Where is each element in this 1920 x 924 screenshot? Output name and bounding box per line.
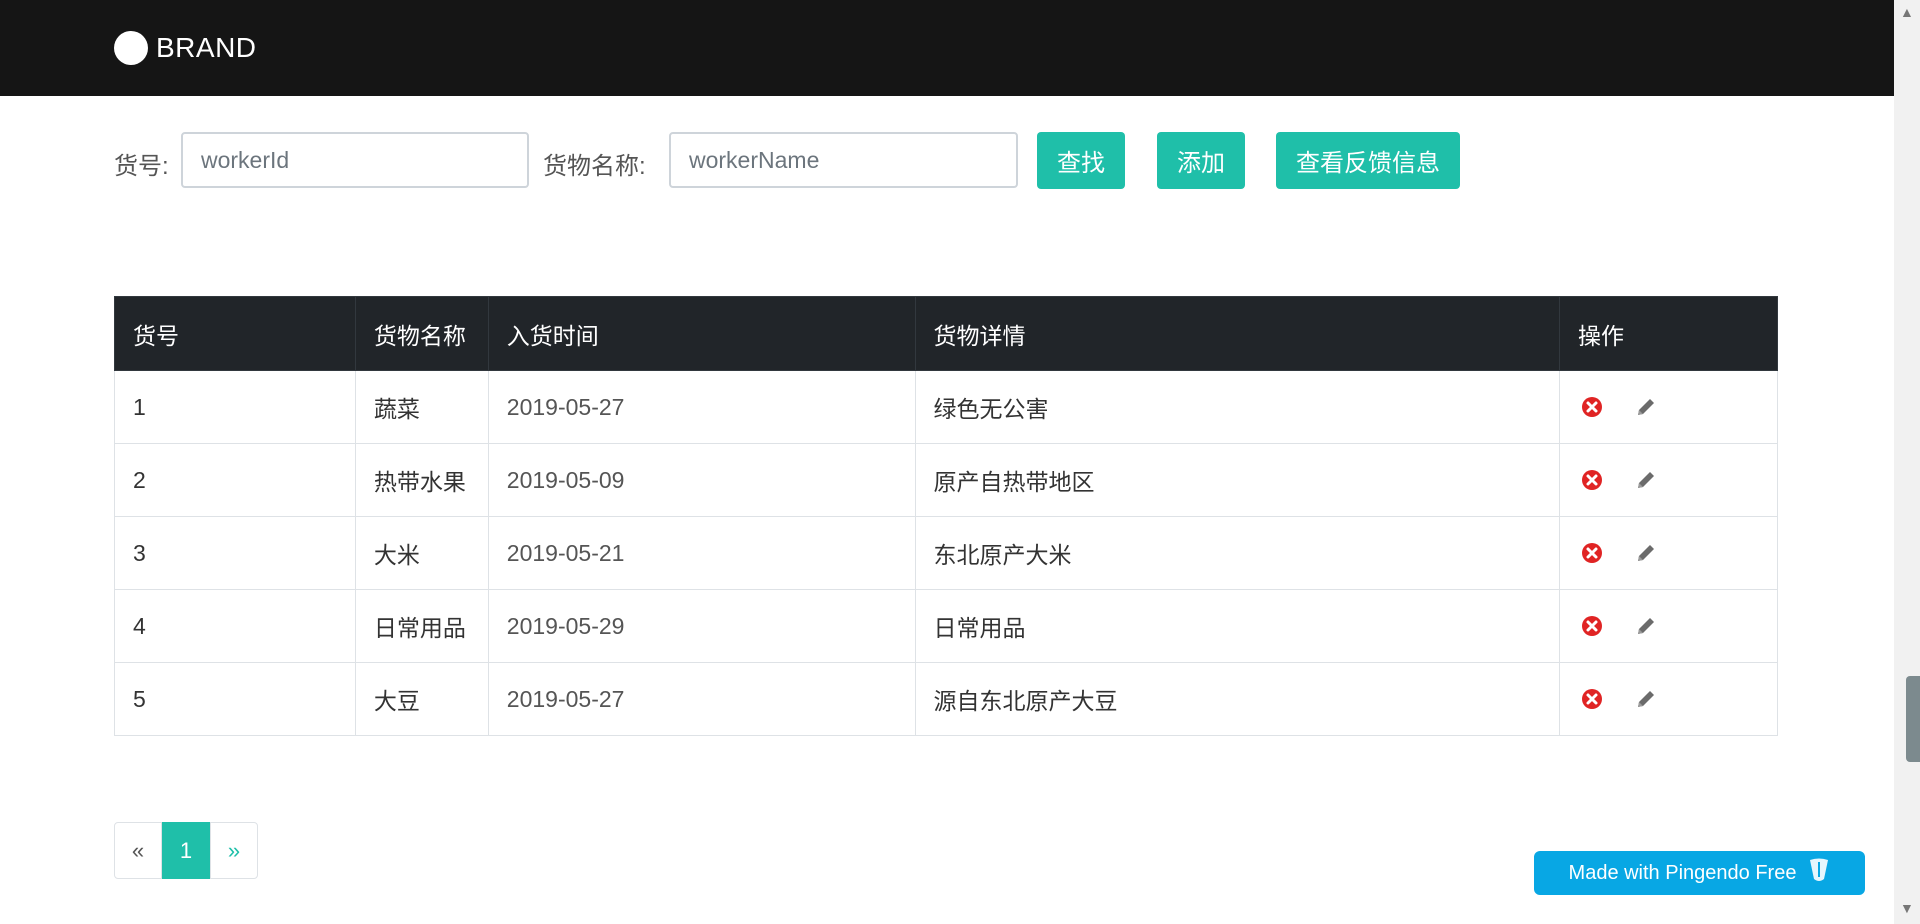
brand-text: BRAND [156,32,257,63]
delete-circle-icon[interactable] [1578,685,1606,713]
view-feedback-button[interactable]: 查看反馈信息 [1276,132,1460,189]
goods-table: 货号 货物名称 入货时间 货物详情 操作 1 蔬菜 2019-05-27 绿色无… [114,296,1778,736]
column-header-date: 入货时间 [487,296,916,371]
cell-id: 5 [114,662,356,736]
cell-id: 3 [114,516,356,590]
pingendo-logo-icon [1808,857,1830,889]
column-header-detail: 货物详情 [914,296,1561,371]
worker-name-label: 货物名称: [543,153,646,180]
pagination-next[interactable]: » [210,822,258,879]
pencil-icon[interactable] [1632,393,1660,421]
pagination-prev[interactable]: « [114,822,162,879]
pencil-icon[interactable] [1632,466,1660,494]
worker-id-label: 货号: [114,153,169,180]
cell-detail: 日常用品 [914,589,1561,663]
cell-name: 日常用品 [354,589,489,663]
cell-detail: 原产自热带地区 [914,443,1561,517]
cell-actions [1559,370,1778,444]
made-with-pingendo-badge[interactable]: Made with Pingendo Free [1534,851,1865,895]
vertical-scrollbar[interactable]: ▲ ▼ [1894,0,1920,924]
pencil-icon[interactable] [1632,539,1660,567]
cell-detail: 东北原产大米 [914,516,1561,590]
worker-name-input[interactable] [669,132,1018,188]
cell-name: 热带水果 [354,443,489,517]
badge-text: Made with Pingendo Free [1568,861,1797,884]
delete-circle-icon[interactable] [1578,539,1606,567]
cell-id: 1 [114,370,356,444]
top-navbar: BRAND [0,0,1894,96]
delete-circle-icon[interactable] [1578,393,1606,421]
table-row: 2 热带水果 2019-05-09 原产自热带地区 [114,443,1778,517]
cell-date: 2019-05-09 [487,443,916,517]
cell-id: 4 [114,589,356,663]
add-button[interactable]: 添加 [1157,132,1245,189]
cell-actions [1559,443,1778,517]
table-row: 4 日常用品 2019-05-29 日常用品 [114,589,1778,663]
cell-detail: 源自东北原产大豆 [914,662,1561,736]
cell-id: 2 [114,443,356,517]
cell-date: 2019-05-29 [487,589,916,663]
delete-circle-icon[interactable] [1578,466,1606,494]
pagination: « 1 » [114,822,258,879]
find-button[interactable]: 查找 [1037,132,1125,189]
delete-circle-icon[interactable] [1578,612,1606,640]
brand-logo-icon [114,31,148,65]
worker-id-input[interactable] [181,132,529,188]
pencil-icon[interactable] [1632,685,1660,713]
pagination-page-1[interactable]: 1 [162,822,210,879]
cell-date: 2019-05-21 [487,516,916,590]
cell-date: 2019-05-27 [487,370,916,444]
cell-name: 蔬菜 [354,370,489,444]
table-header-row: 货号 货物名称 入货时间 货物详情 操作 [114,296,1778,371]
scroll-down-arrow-icon[interactable]: ▼ [1900,900,1914,916]
cell-date: 2019-05-27 [487,662,916,736]
table-row: 3 大米 2019-05-21 东北原产大米 [114,516,1778,590]
cell-actions [1559,516,1778,590]
scroll-up-arrow-icon[interactable]: ▲ [1900,4,1914,20]
table-row: 5 大豆 2019-05-27 源自东北原产大豆 [114,662,1778,736]
scroll-thumb[interactable] [1906,676,1920,762]
column-header-id: 货号 [114,296,356,371]
cell-name: 大豆 [354,662,489,736]
cell-actions [1559,662,1778,736]
column-header-actions: 操作 [1559,296,1778,371]
cell-detail: 绿色无公害 [914,370,1561,444]
brand-link[interactable]: BRAND [114,31,257,65]
cell-actions [1559,589,1778,663]
pencil-icon[interactable] [1632,612,1660,640]
column-header-name: 货物名称 [354,296,489,371]
table-row: 1 蔬菜 2019-05-27 绿色无公害 [114,370,1778,444]
cell-name: 大米 [354,516,489,590]
